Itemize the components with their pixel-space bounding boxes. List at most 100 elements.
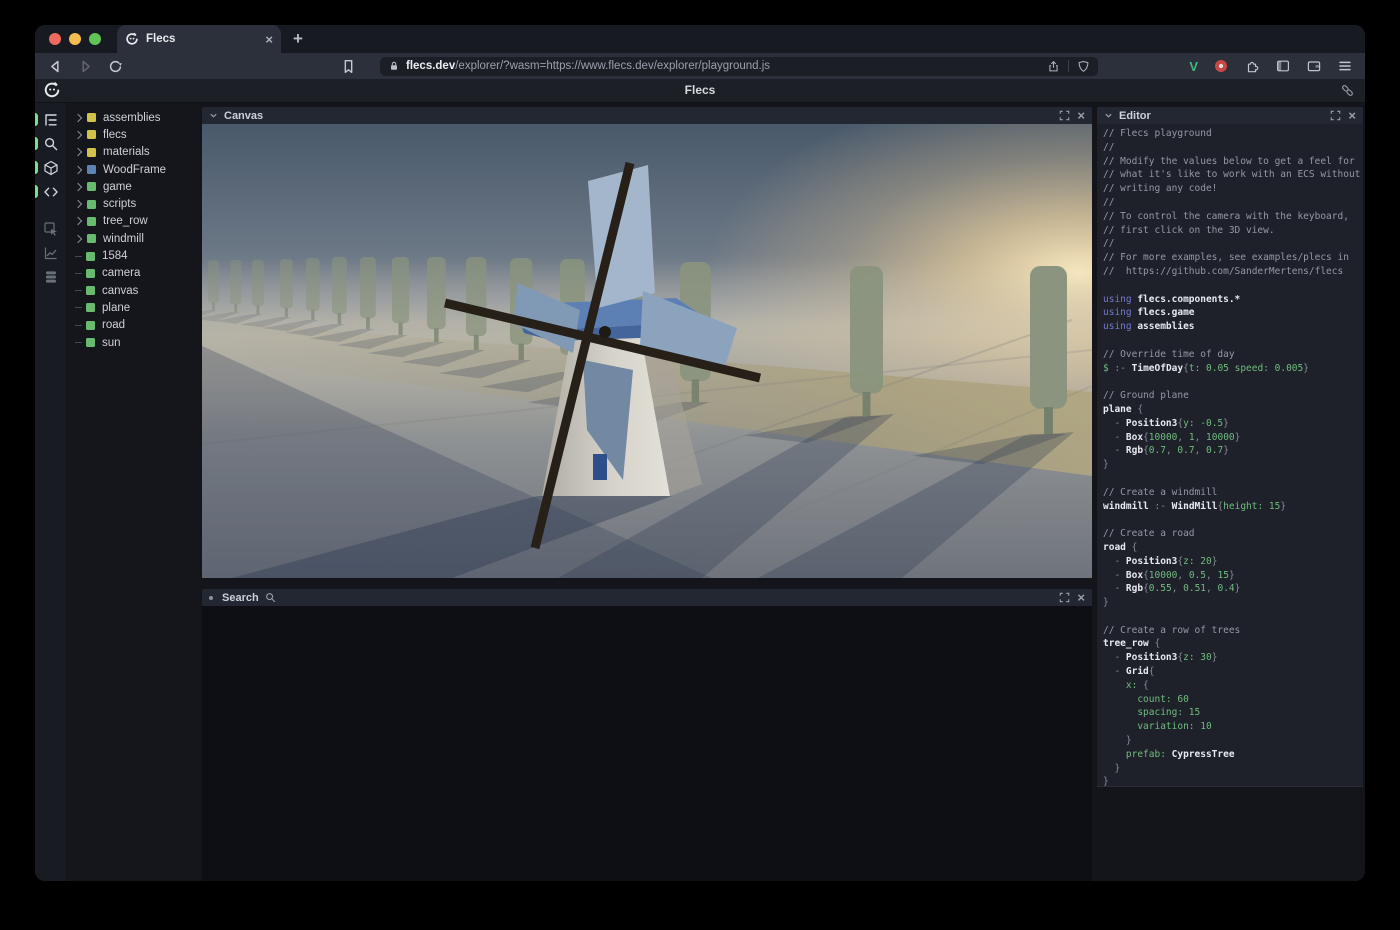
inspect-cursor-icon bbox=[43, 221, 59, 237]
tree-item-assemblies[interactable]: assemblies bbox=[66, 109, 200, 126]
code-line bbox=[1103, 279, 1363, 293]
tree-item-road[interactable]: road bbox=[66, 317, 200, 334]
leaf-dash-icon bbox=[75, 325, 82, 326]
chevron-down-icon[interactable] bbox=[209, 111, 218, 120]
code-line: // Override time of day bbox=[1103, 348, 1363, 362]
divider bbox=[1068, 60, 1069, 72]
code-line bbox=[1103, 375, 1363, 389]
new-tab-button[interactable]: + bbox=[293, 29, 303, 49]
windmill-door bbox=[593, 454, 607, 480]
sidebar-item-query-search[interactable] bbox=[35, 135, 66, 152]
expand-chevron-icon[interactable] bbox=[74, 148, 82, 156]
entity-label: road bbox=[102, 319, 125, 331]
canvas-panel-header: Canvas × bbox=[202, 107, 1092, 124]
sidebar-item-scene-3d[interactable] bbox=[35, 159, 66, 176]
entity-label: flecs bbox=[103, 129, 127, 141]
code-line: - Position3{z: 20} bbox=[1103, 555, 1363, 569]
entity-label: scripts bbox=[103, 198, 136, 210]
expand-chevron-icon[interactable] bbox=[74, 217, 82, 225]
tree-item-tree_row[interactable]: tree_row bbox=[66, 213, 200, 230]
fullscreen-icon[interactable] bbox=[1330, 110, 1341, 121]
close-panel-icon[interactable]: × bbox=[1077, 591, 1085, 604]
expand-chevron-icon[interactable] bbox=[74, 113, 82, 121]
entity-color-swatch bbox=[86, 338, 95, 347]
menu-hamburger-icon[interactable] bbox=[1337, 58, 1353, 74]
wallet-icon[interactable] bbox=[1306, 58, 1322, 74]
sidebar-toggle-icon[interactable] bbox=[1275, 58, 1291, 74]
tree-item-1584[interactable]: 1584 bbox=[66, 247, 200, 264]
canvas-3d-view[interactable] bbox=[202, 124, 1092, 578]
code-line: } bbox=[1103, 762, 1363, 776]
tab-title: Flecs bbox=[146, 33, 265, 45]
script-editor[interactable]: // Flecs playground//// Modify the value… bbox=[1097, 124, 1363, 787]
expand-chevron-icon[interactable] bbox=[74, 200, 82, 208]
code-line: } bbox=[1103, 775, 1363, 787]
leaf-dash-icon bbox=[75, 273, 82, 274]
code-line: count: 60 bbox=[1103, 693, 1363, 707]
sidebar-item-inspect[interactable] bbox=[35, 220, 66, 237]
sidebar-item-statistics[interactable] bbox=[35, 244, 66, 261]
code-line bbox=[1103, 513, 1363, 527]
expand-chevron-icon[interactable] bbox=[74, 131, 82, 139]
code-line: windmill :- WindMill{height: 15} bbox=[1103, 500, 1363, 514]
code-line: using flecs.game bbox=[1103, 306, 1363, 320]
chevron-down-icon[interactable] bbox=[1104, 111, 1113, 120]
code-line: // Flecs playground bbox=[1103, 127, 1363, 141]
sidebar-item-tables[interactable] bbox=[35, 268, 66, 285]
reload-button[interactable] bbox=[107, 58, 124, 75]
leaf-dash-icon bbox=[75, 342, 82, 343]
search-results-area[interactable] bbox=[202, 606, 1092, 881]
sidebar-item-code-editor[interactable] bbox=[35, 183, 66, 200]
back-button[interactable] bbox=[47, 58, 64, 75]
entity-color-swatch bbox=[86, 303, 95, 312]
share-link-icon[interactable] bbox=[1340, 83, 1355, 98]
fullscreen-icon[interactable] bbox=[1059, 592, 1070, 603]
vue-devtools-icon[interactable]: V bbox=[1189, 59, 1198, 74]
code-area[interactable]: // Flecs playground//// Modify the value… bbox=[1097, 124, 1363, 787]
expand-chevron-icon[interactable] bbox=[74, 183, 82, 191]
canvas-panel-title: Canvas bbox=[224, 110, 263, 122]
entity-color-swatch bbox=[87, 200, 96, 209]
code-line: road { bbox=[1103, 541, 1363, 555]
bookmark-icon[interactable] bbox=[340, 58, 357, 75]
extensions-puzzle-icon[interactable] bbox=[1244, 58, 1260, 74]
share-icon[interactable] bbox=[1047, 60, 1060, 73]
tree-item-game[interactable]: game bbox=[66, 178, 200, 195]
code-line: } bbox=[1103, 734, 1363, 748]
browser-tab-flecs[interactable]: Flecs × bbox=[117, 25, 281, 53]
close-panel-icon[interactable]: × bbox=[1077, 109, 1085, 122]
maximize-window-button[interactable] bbox=[89, 33, 101, 45]
sidebar-item-tree-view[interactable] bbox=[35, 111, 66, 128]
collapsed-dot-icon[interactable] bbox=[209, 596, 213, 600]
close-tab-icon[interactable]: × bbox=[265, 32, 273, 47]
leaf-dash-icon bbox=[75, 290, 82, 291]
tree-item-WoodFrame[interactable]: WoodFrame bbox=[66, 161, 200, 178]
tree-item-materials[interactable]: materials bbox=[66, 144, 200, 161]
page-title: Flecs bbox=[35, 83, 1365, 97]
extension-badge-icon[interactable] bbox=[1213, 58, 1229, 74]
shield-icon[interactable] bbox=[1077, 60, 1090, 73]
expand-chevron-icon[interactable] bbox=[74, 234, 82, 242]
tree-item-windmill[interactable]: windmill bbox=[66, 230, 200, 247]
tree-item-camera[interactable]: camera bbox=[66, 265, 200, 282]
tree-item-flecs[interactable]: flecs bbox=[66, 126, 200, 143]
tree-item-canvas[interactable]: canvas bbox=[66, 282, 200, 299]
entity-tree: assemblies flecs materials WoodFramegame scr… bbox=[66, 103, 200, 881]
entity-label: 1584 bbox=[102, 250, 128, 262]
tree-item-scripts[interactable]: scripts bbox=[66, 195, 200, 212]
minimize-window-button[interactable] bbox=[69, 33, 81, 45]
expand-chevron-icon[interactable] bbox=[74, 165, 82, 173]
entity-color-swatch bbox=[87, 234, 96, 243]
code-line: - Position3{y: -0.5} bbox=[1103, 417, 1363, 431]
forward-button[interactable] bbox=[77, 58, 94, 75]
code-line bbox=[1103, 610, 1363, 624]
entity-label: materials bbox=[103, 146, 150, 158]
tree-item-plane[interactable]: plane bbox=[66, 299, 200, 316]
search-panel-header: Search × bbox=[202, 589, 1092, 606]
close-panel-icon[interactable]: × bbox=[1348, 109, 1356, 122]
editor-panel-header: Editor × bbox=[1097, 107, 1363, 124]
close-window-button[interactable] bbox=[49, 33, 61, 45]
tree-item-sun[interactable]: sun bbox=[66, 334, 200, 351]
address-bar[interactable]: flecs.dev/explorer/?wasm=https://www.fle… bbox=[380, 57, 1098, 76]
fullscreen-icon[interactable] bbox=[1059, 110, 1070, 121]
